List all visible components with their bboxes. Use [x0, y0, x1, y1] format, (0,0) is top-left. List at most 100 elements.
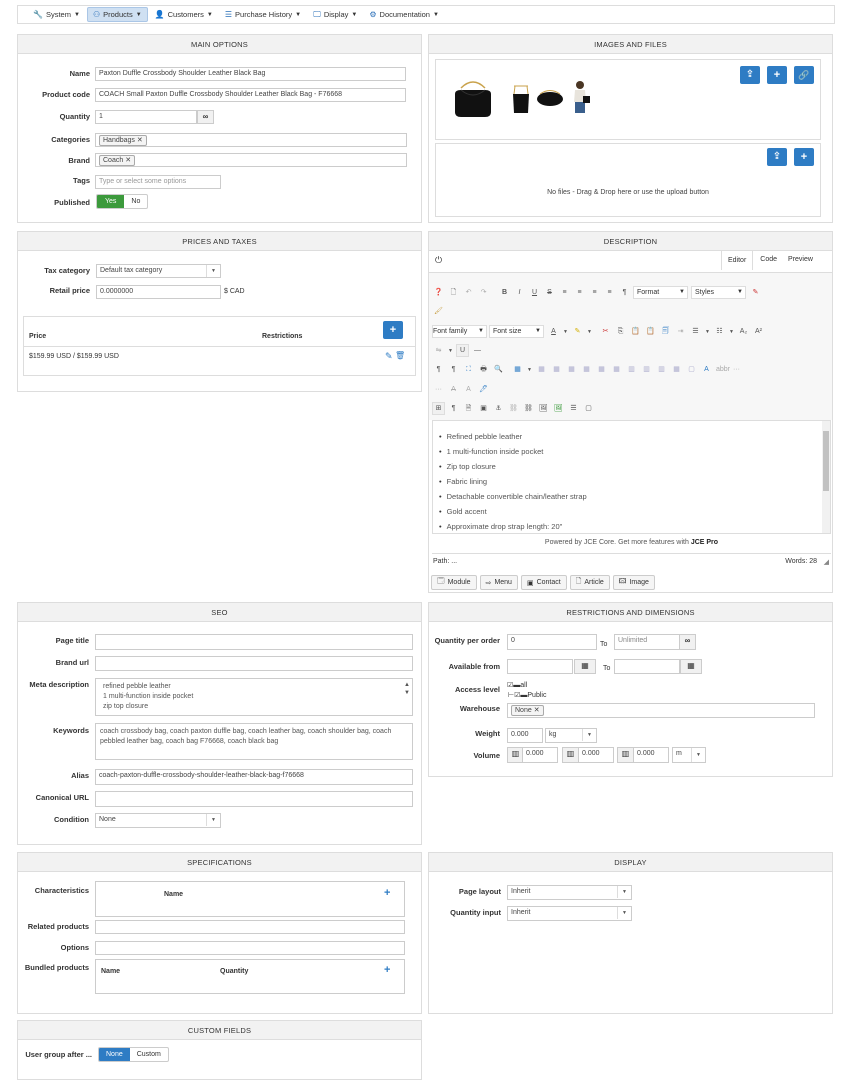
format-icon[interactable]: ¶	[618, 286, 631, 299]
anchor-icon[interactable]: ⚓	[492, 402, 505, 415]
volume-width-input[interactable]: 0.000	[578, 747, 614, 763]
menu-button[interactable]: ⇨ Menu	[479, 575, 518, 590]
cite-icon[interactable]: ···	[730, 363, 743, 376]
col-after-icon[interactable]: ▥	[640, 363, 653, 376]
font-size-select[interactable]: Font size ▼	[489, 324, 544, 338]
available-to-input[interactable]	[614, 659, 680, 674]
dropdown-arrow-icon[interactable]: ▼	[704, 325, 711, 338]
show-blocks-icon[interactable]: ¶	[447, 402, 460, 415]
access-all-row[interactable]: ☑▬all	[507, 681, 546, 691]
dropdown-arrow-icon[interactable]: ▼	[526, 363, 533, 376]
font-color-icon[interactable]: A	[547, 325, 560, 338]
ins-icon[interactable]: A	[462, 383, 475, 396]
unlink-icon[interactable]: ⛓	[522, 402, 535, 415]
tab-code[interactable]: Code	[753, 250, 784, 270]
edit-icon[interactable]: ✎	[385, 351, 393, 362]
options-input[interactable]	[95, 941, 405, 955]
nav-system[interactable]: 🔧 System ▼	[28, 7, 85, 22]
pagebreak-icon[interactable]: ▢	[582, 402, 595, 415]
acronym-icon[interactable]: ···	[432, 383, 445, 396]
paste-icon[interactable]: 📋	[629, 325, 642, 338]
weight-input[interactable]: 0.000	[507, 728, 543, 743]
weight-unit-select[interactable]: kg ▼	[545, 728, 597, 743]
table-icon[interactable]: ▦	[511, 363, 524, 376]
image-icon[interactable]: 🖼	[537, 402, 550, 415]
resize-handle-icon[interactable]: ◢	[824, 558, 829, 566]
del-icon[interactable]: A	[447, 383, 460, 396]
abbr-icon[interactable]: abbr	[715, 363, 730, 376]
direction-icon[interactable]: ⇋	[432, 344, 445, 357]
tab-editor[interactable]: Editor	[721, 250, 754, 270]
help-icon[interactable]: ❓	[432, 286, 445, 299]
dropdown-arrow-icon[interactable]: ▼	[562, 325, 569, 338]
align-right-icon[interactable]: ≡	[603, 286, 616, 299]
brand-input[interactable]: Coach ✕	[95, 153, 407, 167]
meta-description-input[interactable]: refined pebble leather 1 multi-function …	[95, 678, 413, 716]
alias-input[interactable]: coach-paxton-duffle-crossbody-shoulder-l…	[95, 769, 413, 785]
align-center-icon[interactable]: ≡	[588, 286, 601, 299]
published-yes[interactable]: Yes	[97, 195, 125, 208]
jce-pro-link[interactable]: JCE Pro	[691, 539, 718, 546]
underline-icon[interactable]: U	[528, 286, 541, 299]
file-dropzone[interactable]	[435, 143, 821, 217]
link-icon[interactable]: ⛓	[507, 402, 520, 415]
page-layout-select[interactable]: Inherit ▼	[507, 885, 632, 900]
add-price-button[interactable]: +	[383, 321, 403, 339]
dropdown-arrow-icon[interactable]: ▼	[447, 344, 454, 357]
row-props-icon[interactable]: ▦	[550, 363, 563, 376]
nav-documentation[interactable]: ⚙ Documentation ▼	[364, 7, 444, 22]
remove-icon[interactable]: ✕	[137, 137, 143, 144]
subscript-icon[interactable]: A₂	[737, 325, 750, 338]
paste-word-icon[interactable]: 🗐	[659, 325, 672, 338]
textarea-scroll-icon[interactable]: ▲ ▼	[404, 681, 410, 697]
add-characteristic-button[interactable]: +	[384, 887, 390, 899]
rtl-icon[interactable]: ¶	[447, 363, 460, 376]
format-select[interactable]: Format ▼	[633, 285, 688, 299]
italic-icon[interactable]: I	[513, 286, 526, 299]
image-manager-icon[interactable]: 🖼	[552, 402, 565, 415]
scrollbar-thumb[interactable]	[823, 431, 829, 491]
article-button[interactable]: 🗋 Article	[569, 575, 610, 590]
editor-content[interactable]: Refined pebble leather 1 multi-function …	[432, 420, 831, 534]
user-group-toggle[interactable]: None Custom	[98, 1047, 169, 1062]
align-left-icon[interactable]: ≡	[573, 286, 586, 299]
volume-height-input[interactable]: 0.000	[633, 747, 669, 763]
print-icon[interactable]: 🖶	[477, 363, 490, 376]
paint-icon[interactable]: 🖌	[432, 305, 445, 318]
user-group-custom[interactable]: Custom	[130, 1048, 168, 1061]
calendar-icon[interactable]: ▦	[574, 659, 596, 674]
nav-purchase-history[interactable]: ☰ Purchase History ▼	[220, 7, 306, 22]
remove-icon[interactable]: ✕	[534, 707, 540, 714]
tab-preview[interactable]: Preview	[784, 250, 817, 270]
col-before-icon[interactable]: ▥	[625, 363, 638, 376]
infinity-button[interactable]: ∞	[197, 110, 214, 124]
published-no[interactable]: No	[124, 195, 147, 208]
dropdown-arrow-icon[interactable]: ▼	[728, 325, 735, 338]
row-after-icon[interactable]: ▦	[595, 363, 608, 376]
copy-icon[interactable]: ⎘	[614, 325, 627, 338]
available-from-input[interactable]	[507, 659, 573, 674]
delete-col-icon[interactable]: ▥	[655, 363, 668, 376]
remove-icon[interactable]: ✕	[125, 157, 131, 164]
strike-icon[interactable]: S	[543, 286, 556, 299]
image-button[interactable]: 🖾 Image	[612, 575, 655, 590]
delete-row-icon[interactable]: ▦	[610, 363, 623, 376]
published-toggle[interactable]: Yes No	[96, 194, 149, 209]
volume-length-input[interactable]: 0.000	[522, 747, 558, 763]
text-case-icon[interactable]: U	[456, 343, 469, 357]
bullet-list-icon[interactable]: ☰	[689, 325, 702, 338]
qty-per-order-max[interactable]: Unlimited	[614, 634, 680, 650]
template-icon[interactable]: 🗎	[462, 402, 475, 415]
product-image-4[interactable]	[569, 80, 591, 114]
dropdown-arrow-icon[interactable]: ▼	[586, 325, 593, 338]
search-icon[interactable]: 🔍	[492, 363, 505, 376]
row-before-icon[interactable]: ▦	[580, 363, 593, 376]
add-bundled-button[interactable]: +	[384, 964, 390, 976]
undo-icon[interactable]: ↶	[462, 286, 475, 299]
nav-products[interactable]: ⚇ Products ▼	[86, 7, 148, 22]
upload-file-button[interactable]: ⇪	[767, 148, 787, 166]
page-title-input[interactable]	[95, 634, 413, 650]
nav-display[interactable]: 🖵 Display ▼	[308, 7, 362, 22]
categories-input[interactable]: Handbags ✕	[95, 133, 407, 147]
module-button[interactable]: 🗔 Module	[431, 575, 477, 590]
